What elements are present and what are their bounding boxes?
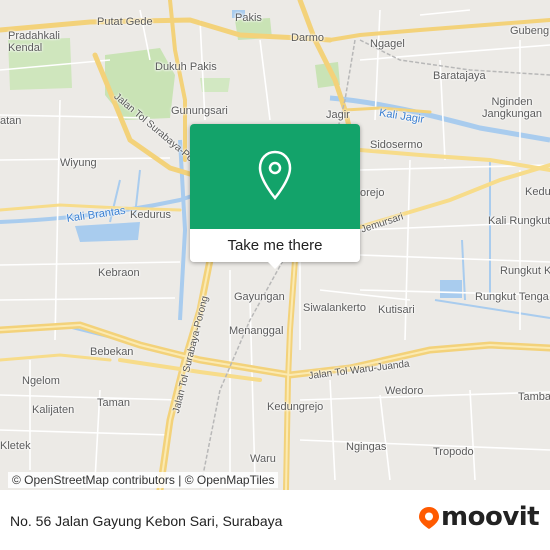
river xyxy=(178,139,188,321)
pond xyxy=(75,222,140,242)
map-label-bebekan: Bebekan xyxy=(90,346,134,358)
map-label-darmo: Darmo xyxy=(291,32,325,44)
map-attribution[interactable]: © OpenStreetMap contributors | © OpenMap… xyxy=(8,472,279,488)
map-label-pradahkali-kendal: Pradahkali Kendal xyxy=(8,30,60,54)
destination-address: No. 56 Jalan Gayung Kebon Sari, Surabaya xyxy=(10,513,283,529)
map-label-tamba: Tamba xyxy=(518,391,550,403)
take-me-there-button[interactable]: Take me there xyxy=(190,229,360,262)
map-label-sidosermo: Sidosermo xyxy=(370,139,423,151)
location-pin-icon xyxy=(258,150,292,200)
map-label-kedungrejo: Kedungrejo xyxy=(267,401,324,413)
map-label-baratajaya: Baratajaya xyxy=(433,70,486,82)
map-label-orejo: orejo xyxy=(360,187,385,199)
popup-header xyxy=(190,124,360,229)
channel xyxy=(461,239,466,301)
moovit-wordmark: moovit xyxy=(441,502,540,532)
map-label-waru: Waru xyxy=(250,453,276,465)
map-label-kletek: Kletek xyxy=(0,440,31,452)
map-label-siwalankerto: Siwalankerto xyxy=(303,302,366,314)
park-area xyxy=(200,78,230,92)
map-label-tropodo: Tropodo xyxy=(433,446,474,458)
map-label-gunungsari: Gunungsari xyxy=(171,105,228,117)
map-label-kedurus: Kedurus xyxy=(130,209,171,221)
map-label-menanggal: Menanggal xyxy=(229,325,284,337)
map-label-gayungan: Gayungan xyxy=(234,291,285,303)
map-label-kalijaten: Kalijaten xyxy=(32,404,75,416)
map-label-wiyung: Wiyung xyxy=(60,157,97,169)
map-view[interactable]: Pakis Putat Gede Pradahkali Kendal Darmo… xyxy=(0,0,550,490)
moovit-pin-icon xyxy=(419,507,439,529)
pond xyxy=(440,280,462,298)
map-label-kali-rungkut: Kali Rungkut xyxy=(488,215,550,227)
popup-footer: Take me there xyxy=(190,229,360,262)
map-label-kedung: Kedu xyxy=(525,186,550,198)
popup-pointer xyxy=(267,261,283,269)
map-label-ngagel: Ngagel xyxy=(370,38,405,50)
map-label-rungkut-tenga: Rungkut Tenga xyxy=(475,291,549,303)
map-label-nginden: Nginden Jangkungan xyxy=(482,96,542,120)
map-label-pakis: Pakis xyxy=(235,12,262,24)
moovit-logo[interactable]: moovit xyxy=(418,502,540,532)
map-label-dukuh-pakis: Dukuh Pakis xyxy=(155,61,217,73)
map-label-putat-gede: Putat Gede xyxy=(97,16,153,28)
map-label-patan: atan xyxy=(0,115,22,127)
map-label-ngelom: Ngelom xyxy=(22,375,60,387)
map-label-wedoro: Wedoro xyxy=(385,385,424,397)
destination-popup: Take me there xyxy=(190,124,360,269)
map-label-taman: Taman xyxy=(97,397,131,409)
map-label-jagir: Jagir xyxy=(326,109,350,121)
map-label-rungkut-kidul: Rungkut Kidul xyxy=(500,265,550,277)
map-label-kebraon: Kebraon xyxy=(98,267,140,279)
map-label-gubeng: Gubeng xyxy=(510,25,550,37)
map-label-kutisari: Kutisari xyxy=(378,304,415,316)
map-label-ngingas: Ngingas xyxy=(346,441,387,453)
